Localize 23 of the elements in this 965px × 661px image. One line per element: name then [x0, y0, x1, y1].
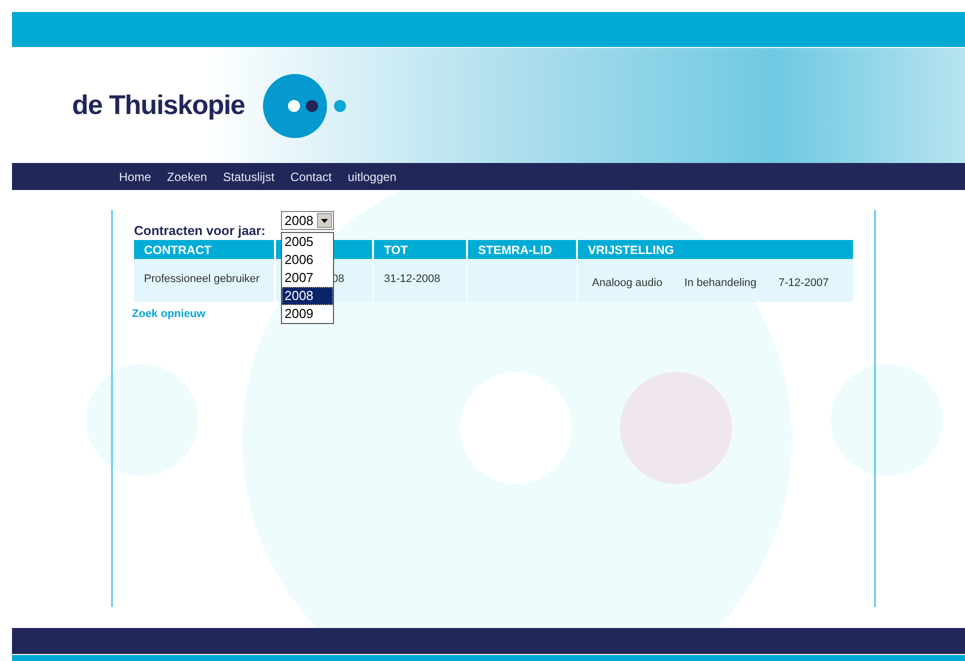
column-header: STEMRA-LID: [468, 240, 576, 259]
dropdown-option[interactable]: 2007: [282, 269, 334, 287]
nav-link[interactable]: Zoeken: [167, 168, 208, 186]
dropdown-option[interactable]: 2008: [282, 287, 334, 305]
logo-icon: [262, 74, 347, 138]
table-cell: Professioneel gebruiker: [134, 259, 274, 302]
exemption-value: Analoog audio: [592, 276, 662, 291]
nav-link[interactable]: Home: [119, 168, 152, 186]
logo-text: de Thuiskopie: [72, 89, 245, 122]
column-header: CONTRACT: [134, 240, 274, 259]
year-dropdown[interactable]: 2008: [281, 211, 334, 230]
nav-link[interactable]: Statuslijst: [223, 168, 274, 186]
nav-link[interactable]: Contact: [290, 168, 332, 186]
filter-label: Contracten voor jaar:: [134, 222, 266, 240]
exemption-value: 7-12-2007: [778, 276, 829, 291]
table-cell: 31-12-2008: [374, 259, 466, 302]
column-header: TOT: [374, 240, 466, 259]
dropdown-option[interactable]: 2009: [282, 305, 334, 323]
exemption-value: In behandeling: [684, 276, 757, 291]
dropdown-option[interactable]: 2005: [282, 233, 334, 251]
caret-icon: [317, 213, 332, 228]
column-header: VRIJSTELLING: [578, 240, 853, 259]
nav-link[interactable]: uitloggen: [348, 168, 396, 186]
